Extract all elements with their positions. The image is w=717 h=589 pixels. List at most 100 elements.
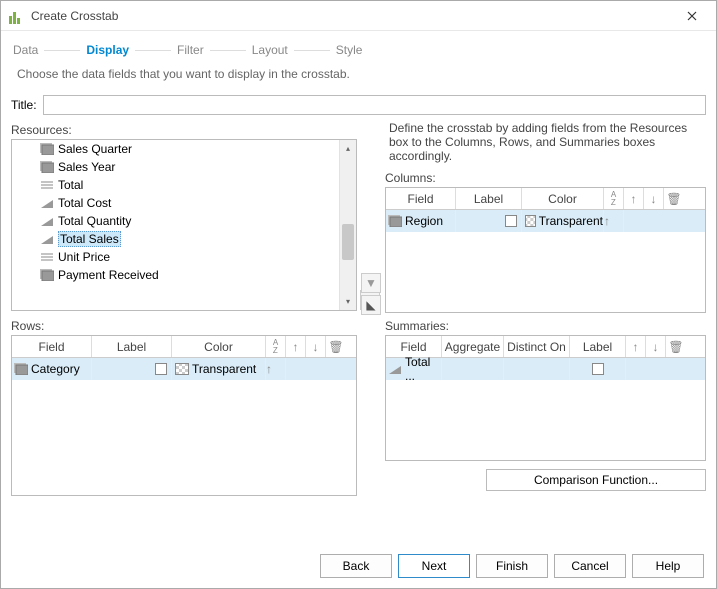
move-down-button[interactable]: ▼ (361, 273, 381, 293)
table-icon (40, 161, 54, 173)
arrow-down-icon: ▼ (365, 276, 377, 290)
rows-row-sort[interactable]: ↑ (266, 358, 286, 380)
table-icon (40, 143, 54, 155)
resource-item[interactable]: Sales Year (38, 158, 339, 176)
calc-icon (40, 215, 54, 227)
finish-button[interactable]: Finish (476, 554, 548, 578)
rows-header-label[interactable]: Label (92, 336, 172, 357)
rows-box: Field Label Color AZ ↑ ↓ 🗑 Category Tran… (11, 335, 357, 496)
sort-az-icon: AZ (611, 191, 616, 207)
calc-icon (40, 233, 54, 245)
rows-row-label-checkbox[interactable] (155, 363, 167, 375)
sum-header-distinct[interactable]: Distinct On (504, 336, 570, 357)
cols-row[interactable]: Region Transparent ↑ (386, 210, 705, 232)
table-icon (14, 363, 28, 375)
resources-scrollbar[interactable]: ▴ ▾ (339, 140, 356, 310)
cols-header-label[interactable]: Label (456, 188, 522, 209)
scroll-up-icon[interactable]: ▴ (340, 140, 356, 157)
step-filter[interactable]: Filter (177, 43, 204, 57)
sum-header-label[interactable]: Label (570, 336, 626, 357)
close-button[interactable] (676, 4, 708, 28)
step-help-text: Choose the data fields that you want to … (1, 61, 716, 95)
cols-header-color[interactable]: Color (522, 188, 604, 209)
rows-delete-button[interactable]: 🗑 (326, 336, 346, 357)
close-icon (687, 11, 697, 21)
down-icon: ↓ (313, 340, 319, 354)
summaries-box: Field Aggregate Distinct On Label ↑ ↓ 🗑 … (385, 335, 706, 461)
resource-item[interactable]: Sales Quarter (38, 140, 339, 158)
sum-row-label-checkbox[interactable] (592, 363, 604, 375)
title-label: Title: (11, 98, 37, 112)
up-icon: ↑ (633, 340, 639, 354)
summaries-label: Summaries: (385, 319, 706, 333)
sum-header-field[interactable]: Field (386, 336, 442, 357)
columns-label: Columns: (385, 171, 706, 185)
number-icon (40, 251, 54, 263)
cols-move-up-button[interactable]: ↑ (624, 188, 644, 209)
table-icon (388, 215, 402, 227)
resource-item[interactable]: Total Cost (38, 194, 339, 212)
resource-item[interactable]: Total (38, 176, 339, 194)
up-icon: ↑ (631, 192, 637, 206)
rows-row-color-text: Transparent (192, 362, 256, 376)
resource-item[interactable]: Total Quantity (38, 212, 339, 230)
trash-icon: 🗑 (666, 192, 681, 206)
sum-move-down-button[interactable]: ↓ (646, 336, 666, 357)
step-data[interactable]: Data (13, 43, 38, 57)
rows-sort-az-button[interactable]: AZ (266, 336, 286, 357)
rows-label: Rows: (11, 319, 44, 333)
cols-row-field: Region (405, 214, 443, 228)
rows-header-color[interactable]: Color (172, 336, 266, 357)
step-layout[interactable]: Layout (252, 43, 288, 57)
down-icon: ↓ (651, 192, 657, 206)
resource-item[interactable]: Payment Received (38, 266, 339, 284)
app-icon (9, 8, 25, 24)
wizard-steps: Data Display Filter Layout Style (1, 31, 716, 61)
sum-row-distinct[interactable] (504, 358, 570, 380)
define-text: Define the crosstab by adding fields fro… (385, 121, 706, 163)
arrow-diag-icon: ◣ (366, 298, 375, 312)
back-button[interactable]: Back (320, 554, 392, 578)
sum-row[interactable]: Total ... (386, 358, 705, 380)
next-button[interactable]: Next (398, 554, 470, 578)
cols-header-field[interactable]: Field (386, 188, 456, 209)
comparison-function-button[interactable]: Comparison Function... (486, 469, 706, 491)
trash-icon: 🗑 (328, 340, 343, 354)
rows-row-color-swatch[interactable] (175, 363, 189, 375)
cols-delete-button[interactable]: 🗑 (664, 188, 684, 209)
sum-move-up-button[interactable]: ↑ (626, 336, 646, 357)
cols-sort-az-button[interactable]: AZ (604, 188, 624, 209)
cols-move-down-button[interactable]: ↓ (644, 188, 664, 209)
step-display[interactable]: Display (86, 43, 129, 57)
step-style[interactable]: Style (336, 43, 363, 57)
number-icon (40, 179, 54, 191)
resource-item-selected[interactable]: Total Sales (38, 230, 339, 248)
sum-header-aggregate[interactable]: Aggregate (442, 336, 504, 357)
up-icon: ↑ (293, 340, 299, 354)
window-title: Create Crosstab (31, 9, 118, 23)
resources-box: Sales Quarter Sales Year Total Total Cos… (11, 139, 357, 311)
cols-row-sort[interactable]: ↑ (604, 210, 624, 232)
help-button[interactable]: Help (632, 554, 704, 578)
cancel-button[interactable]: Cancel (554, 554, 626, 578)
resources-label: Resources: (11, 123, 357, 137)
scroll-down-icon[interactable]: ▾ (340, 293, 356, 310)
rows-move-up-button[interactable]: ↑ (286, 336, 306, 357)
rows-row[interactable]: Category Transparent ↑ (12, 358, 356, 380)
resource-item[interactable]: Unit Price (38, 248, 339, 266)
wizard-buttons: Back Next Finish Cancel Help (320, 554, 704, 578)
scroll-thumb[interactable] (342, 224, 354, 260)
down-icon: ↓ (653, 340, 659, 354)
sum-delete-button[interactable]: 🗑 (666, 336, 686, 357)
rows-header-field[interactable]: Field (12, 336, 92, 357)
rows-row-field: Category (31, 362, 80, 376)
title-input[interactable] (43, 95, 706, 115)
move-diag-button[interactable]: ◣ (361, 295, 381, 315)
cols-row-label-checkbox[interactable] (505, 215, 517, 227)
table-icon (40, 269, 54, 281)
title-bar: Create Crosstab (1, 1, 716, 31)
sum-row-aggregate[interactable] (442, 358, 504, 380)
rows-move-down-button[interactable]: ↓ (306, 336, 326, 357)
trash-icon: 🗑 (668, 340, 683, 354)
cols-row-color-swatch[interactable] (525, 215, 536, 227)
